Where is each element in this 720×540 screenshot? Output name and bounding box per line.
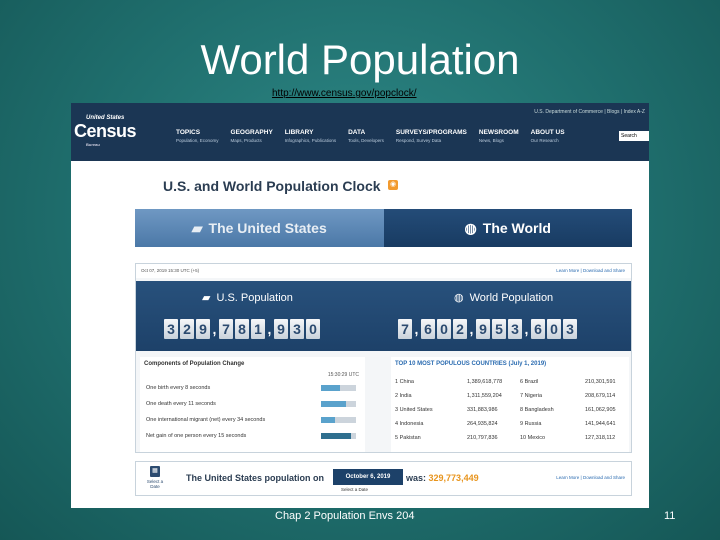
counter-digit: 6 [531,319,545,339]
date-picker[interactable]: October 6, 2019 [333,469,403,485]
nav-newsroom[interactable]: NEWSROOM News, Blogs [479,129,519,145]
counter-digit: 2 [453,319,467,339]
nav-library[interactable]: LIBRARY Infographics, Publications [285,129,336,145]
counter-digit: , [469,321,474,337]
top10-panel: TOP 10 MOST POPULOUS COUNTRIES (July 1, … [391,357,629,452]
us-population-heading: ▰ U.S. Population [202,291,293,305]
population-clocks: ▰ U.S. Population ◍ World Population 329,7… [136,281,631,351]
counter-digit: , [267,321,272,337]
counter-digit: 7 [398,319,412,339]
globe-icon: ◍ [464,219,477,236]
page-title: U.S. and World Population Clock [163,178,381,194]
counter-digit: 7 [219,319,233,339]
globe-icon: ◍ [454,292,464,304]
tab-united-states[interactable]: ▰ The United States [135,209,384,247]
counter-digit: 3 [563,319,577,339]
census-screenshot: U.S. Department of Commerce | Blogs | In… [71,103,649,508]
nav-about[interactable]: ABOUT US Our Research [531,129,565,145]
rss-icon[interactable]: ◉ [388,180,398,190]
components-panel: Components of Population Change 15:30:29… [140,357,365,452]
counter-digit: 0 [547,319,561,339]
counter-digit: 8 [235,319,249,339]
component-row: One birth every 8 seconds [146,385,361,391]
tab-world[interactable]: ◍ The World [383,209,632,247]
counter-digit: , [414,321,419,337]
counter-digit: 6 [421,319,435,339]
timestamp: Oct 07, 2019 15:30 UTC (+5) [141,268,200,273]
select-date-link[interactable]: Select a Date [341,487,368,492]
world-population-heading: ◍ World Population [454,291,554,305]
counter-digit: , [212,321,217,337]
source-link[interactable]: http://www.census.gov/popclock/ [272,88,417,99]
select-date-button[interactable]: ▦ Select a Date [142,466,168,489]
counter-digit: 2 [180,319,194,339]
census-logo[interactable]: United States Census Bureau [74,115,137,147]
counter-digit: 9 [196,319,210,339]
bottom-links[interactable]: Learn More | Download and Share [556,475,625,480]
nav-surveys[interactable]: SURVEYS/PROGRAMS Respond, Survey Data [396,129,467,145]
search-input[interactable]: Search [619,131,649,141]
main-nav: TOPICS Population, Economy GEOGRAPHY Maps,… [176,129,565,145]
us-map-icon: ▰ [202,292,211,304]
counter-digit: 1 [251,319,265,339]
lookup-label: The United States population on [186,473,324,483]
census-header: U.S. Department of Commerce | Blogs | In… [71,103,649,161]
us-population-counter: 329,781,930 [164,319,320,339]
lookup-result: was: 329,773,449 [406,473,479,483]
utility-links[interactable]: U.S. Department of Commerce | Blogs | In… [534,109,645,115]
page-number: 11 [664,510,676,522]
counter-digit: 0 [437,319,451,339]
counter-digit: , [524,321,529,337]
component-row: Net gain of one person every 15 seconds [146,433,361,439]
component-row: One international migrant (net) every 34… [146,417,361,423]
tab-bar: ▰ The United States ◍ The World [135,209,632,247]
counter-digit: 3 [164,319,178,339]
us-map-icon: ▰ [191,219,203,236]
clock-panel: Oct 07, 2019 15:30 UTC (+5) Learn More |… [135,263,632,453]
calendar-icon: ▦ [150,466,160,477]
historical-lookup: ▦ Select a Date The United States popula… [135,461,632,496]
component-row: One death every 11 seconds [146,401,361,407]
counter-digit: 3 [508,319,522,339]
counter-digit: 3 [290,319,304,339]
nav-topics[interactable]: TOPICS Population, Economy [176,129,219,145]
nav-data[interactable]: DATA Tools, Developers [348,129,384,145]
slide-footer: Chap 2 Population Envs 204 [275,510,415,522]
world-population-counter: 7,602,953,603 [398,319,577,339]
counter-digit: 5 [492,319,506,339]
counter-digit: 9 [476,319,490,339]
counter-digit: 9 [274,319,288,339]
counter-digit: 0 [306,319,320,339]
nav-geography[interactable]: GEOGRAPHY Maps, Products [231,129,273,145]
slide-title: World Population [200,36,520,83]
learn-more-links[interactable]: Learn More | Download and Share [556,268,625,273]
